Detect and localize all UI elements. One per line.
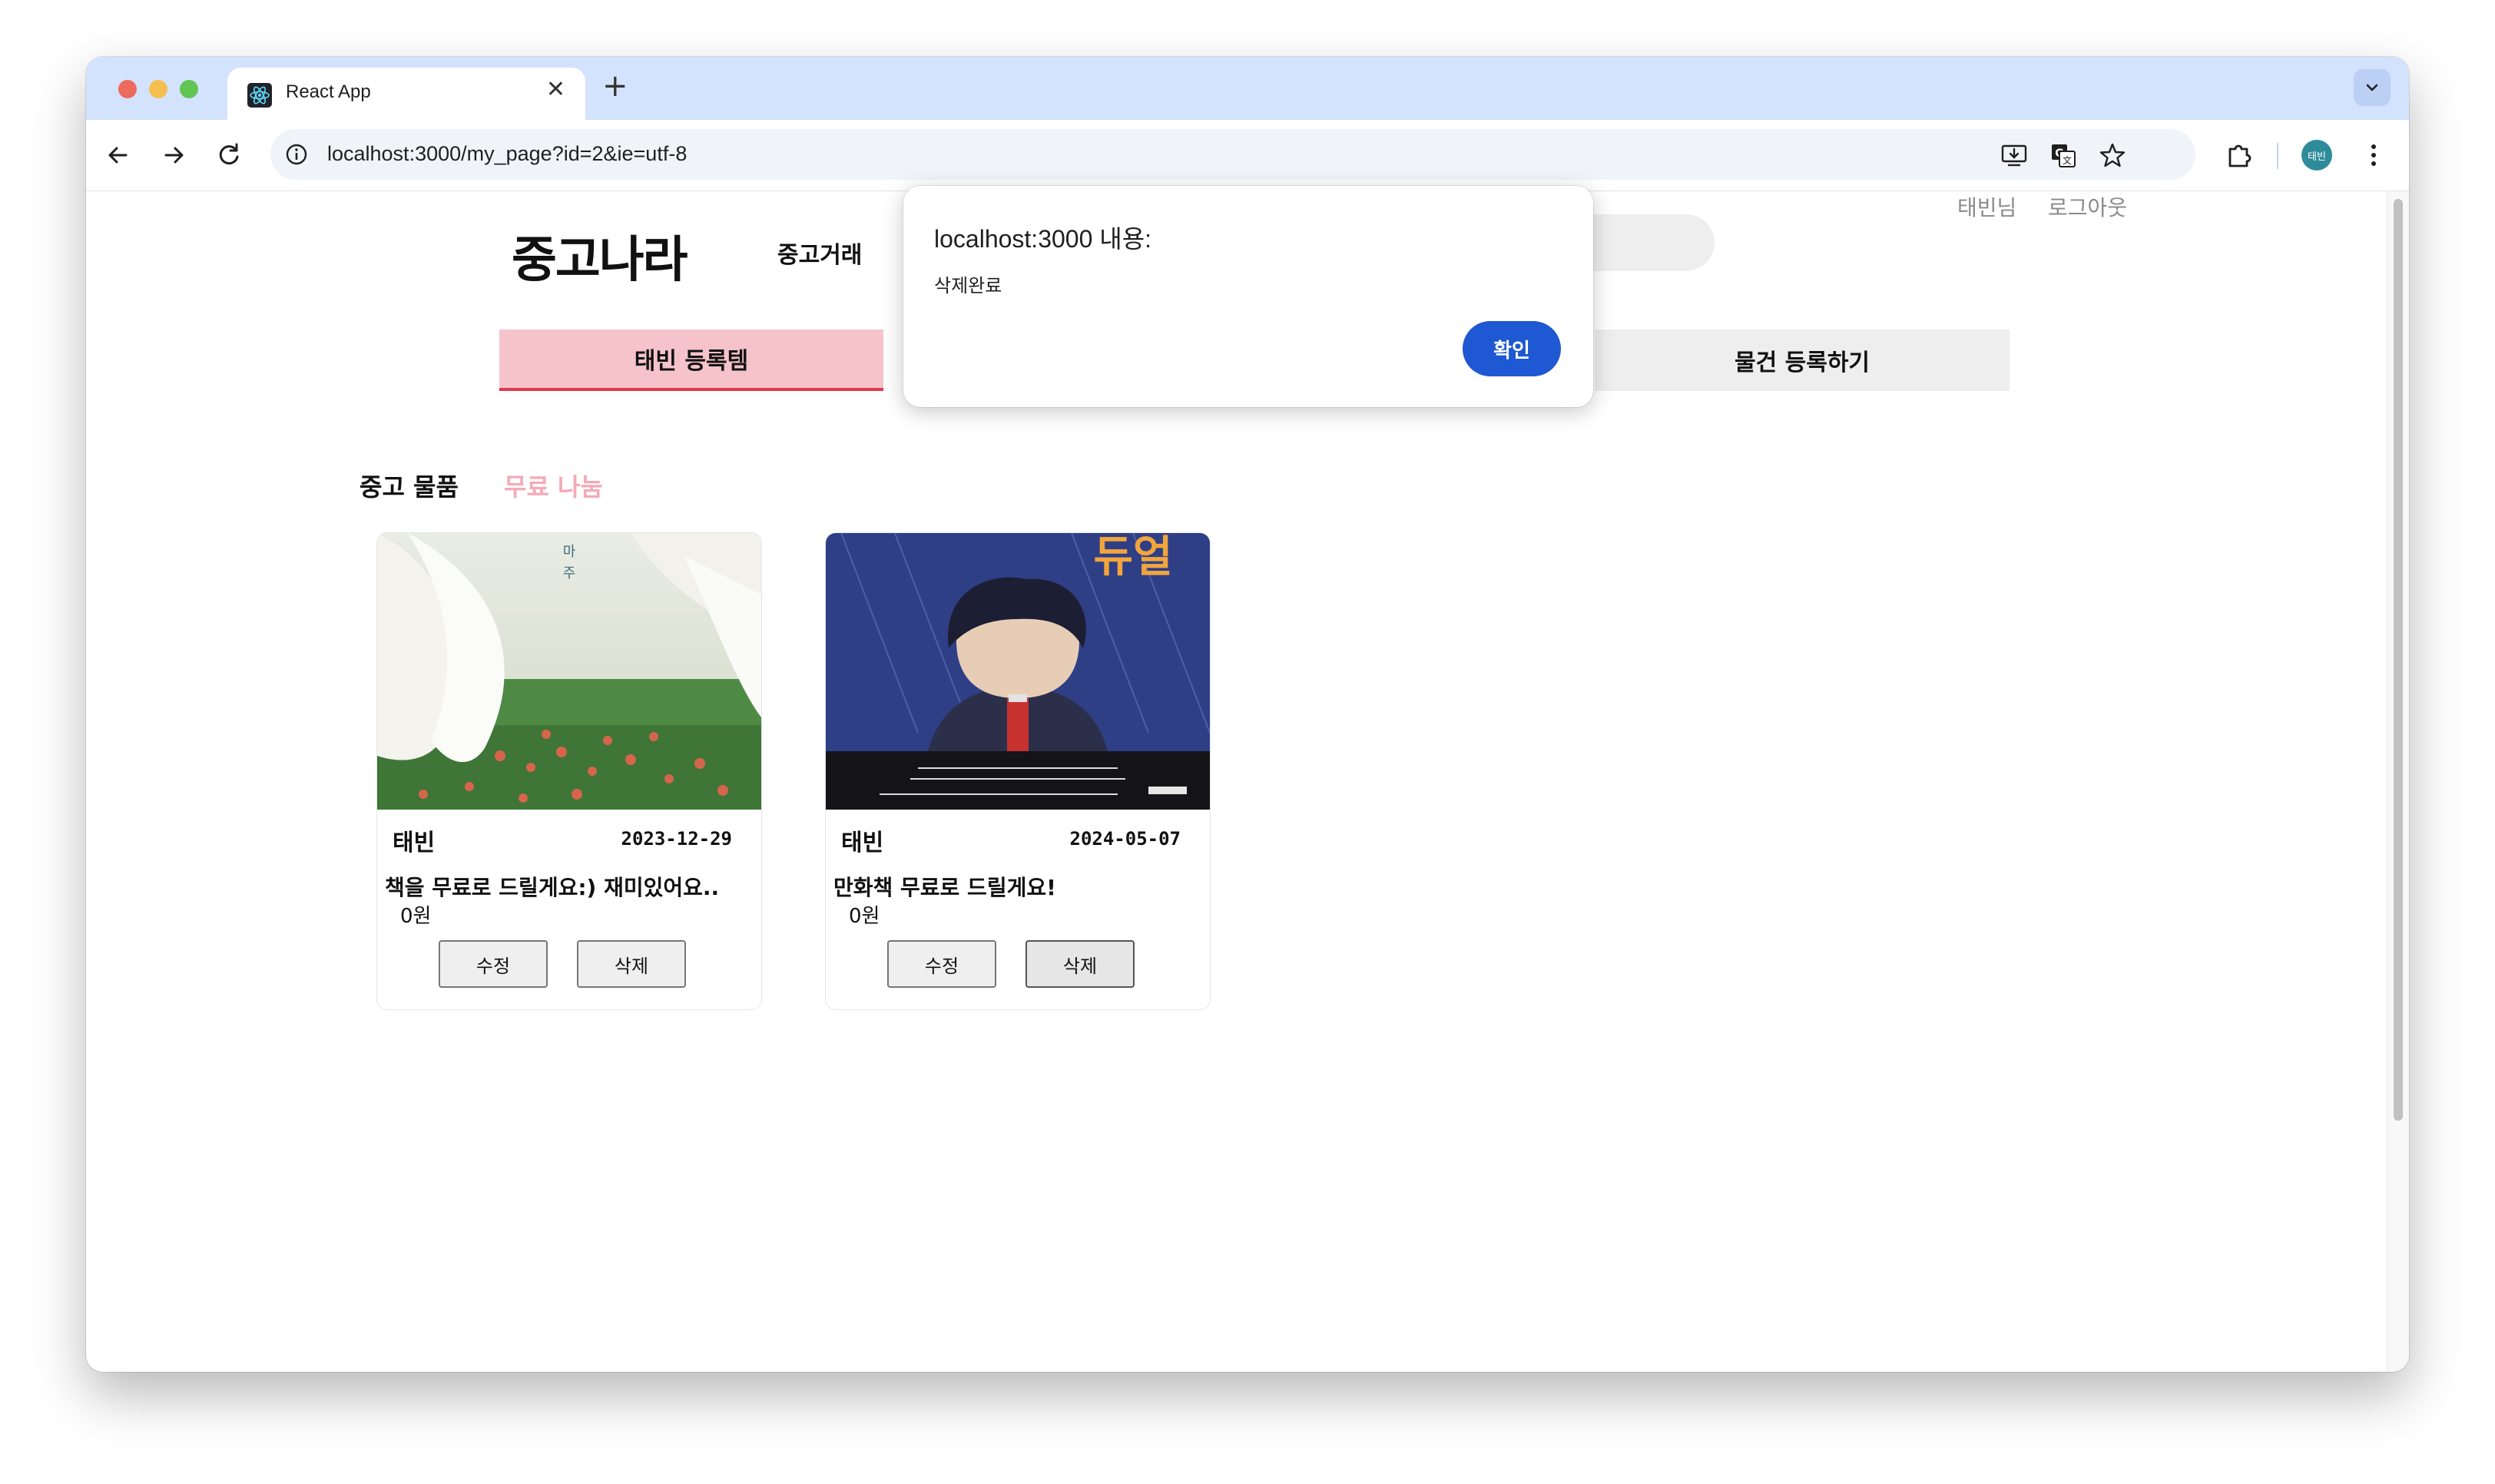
chevron-down-icon bbox=[2366, 84, 2378, 91]
site-info-icon[interactable] bbox=[284, 142, 309, 167]
svg-text:주: 주 bbox=[563, 565, 576, 581]
browser-window: React App ✕ + localhost:3000/my_page?id=… bbox=[86, 57, 2409, 1372]
delete-button[interactable]: 삭제 bbox=[577, 940, 686, 988]
tab-title: React App bbox=[286, 81, 371, 102]
minimize-window-button[interactable] bbox=[149, 80, 167, 98]
url-text[interactable]: localhost:3000/my_page?id=2&ie=utf-8 bbox=[327, 142, 687, 166]
dialog-title: localhost:3000 내용: bbox=[934, 225, 1152, 253]
card-date: 2023-12-29 bbox=[621, 828, 733, 850]
site-logo[interactable]: 중고나라 bbox=[512, 220, 688, 291]
svg-text:文: 文 bbox=[2063, 154, 2072, 166]
translate-icon[interactable]: G 文 bbox=[2049, 141, 2077, 169]
address-bar[interactable]: localhost:3000/my_page?id=2&ie=utf-8 G 文 bbox=[270, 129, 2195, 180]
scrollbar-thumb[interactable] bbox=[2394, 199, 2403, 1121]
book-cover-image: 마 주 bbox=[377, 533, 761, 810]
back-arrow-icon[interactable] bbox=[101, 138, 135, 172]
card-seller-name: 태빈 bbox=[393, 830, 436, 856]
page-scrollbar[interactable] bbox=[2387, 191, 2409, 1372]
dialog-message: 삭제완료 bbox=[934, 275, 1002, 296]
browser-tab[interactable]: React App ✕ bbox=[227, 68, 585, 120]
card-title: 책을 무료로 드릴게요:) 재미있어요.. bbox=[385, 875, 720, 900]
card-title: 만화책 무료로 드릴게요! bbox=[833, 875, 1056, 900]
card-seller-name: 태빈 bbox=[841, 830, 884, 856]
tab-close-icon[interactable]: ✕ bbox=[546, 78, 565, 101]
product-card[interactable]: 마 주 태빈 2023-12-29 책을 무료로 드릴게요:) 재미있어요.. … bbox=[376, 532, 762, 1010]
card-price: 0원 bbox=[849, 905, 880, 928]
card-price: 0원 bbox=[400, 905, 432, 928]
maximize-window-button[interactable] bbox=[180, 80, 198, 98]
user-name-link[interactable]: 태빈님 bbox=[1957, 191, 2016, 222]
new-tab-button[interactable]: + bbox=[602, 71, 628, 101]
product-card[interactable]: 듀얼 태빈 2024-05-07 만화책 무료로 드릴게요! 0원 수정 삭제 bbox=[825, 532, 1211, 1010]
dialog-ok-button[interactable]: 확인 bbox=[1463, 321, 1561, 376]
comic-cover-image: 듀얼 bbox=[826, 533, 1210, 810]
browser-toolbar: localhost:3000/my_page?id=2&ie=utf-8 G 文… bbox=[86, 120, 2409, 191]
tab-search-button[interactable] bbox=[2354, 69, 2391, 106]
nav-used-trade-link[interactable]: 중고거래 bbox=[777, 236, 862, 270]
sub-tab-used-items[interactable]: 중고 물품 bbox=[360, 468, 459, 503]
reload-icon[interactable] bbox=[212, 138, 246, 172]
delete-button[interactable]: 삭제 bbox=[1026, 940, 1135, 988]
alert-dialog: localhost:3000 내용: 삭제완료 확인 bbox=[903, 186, 1593, 407]
sub-tab-free-share[interactable]: 무료 나눔 bbox=[504, 468, 603, 503]
card-date: 2024-05-07 bbox=[1069, 828, 1181, 850]
extensions-puzzle-icon[interactable] bbox=[2223, 138, 2257, 172]
edit-button[interactable]: 수정 bbox=[439, 940, 548, 988]
forward-arrow-icon[interactable] bbox=[157, 138, 191, 172]
profile-avatar[interactable]: 태빈 bbox=[2301, 140, 2332, 171]
logout-link[interactable]: 로그아웃 bbox=[2048, 191, 2127, 222]
bookmark-star-icon[interactable] bbox=[2099, 141, 2126, 169]
react-logo-icon bbox=[247, 83, 272, 108]
toolbar-divider bbox=[2277, 143, 2278, 169]
tab-register-item[interactable]: 물건 등록하기 bbox=[1595, 330, 2010, 391]
cover-title-text: 듀얼 bbox=[1093, 533, 1172, 582]
edit-button[interactable]: 수정 bbox=[887, 940, 996, 988]
browser-tab-strip: React App ✕ + bbox=[86, 57, 2409, 120]
svg-text:마: 마 bbox=[563, 544, 576, 560]
tab-my-items[interactable]: 태빈 등록템 bbox=[499, 330, 883, 391]
close-window-button[interactable] bbox=[118, 80, 137, 98]
more-menu-icon[interactable] bbox=[2357, 138, 2391, 172]
install-app-icon[interactable] bbox=[2000, 141, 2028, 169]
